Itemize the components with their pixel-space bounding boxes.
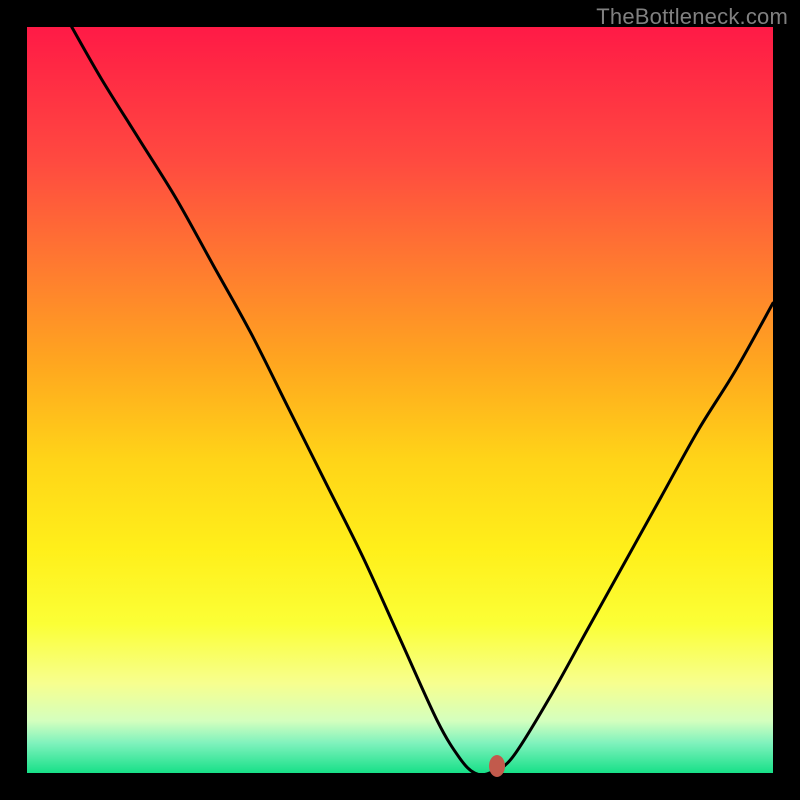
optimal-marker-icon	[489, 755, 505, 777]
bottleneck-curve	[27, 27, 773, 773]
plot-area	[27, 27, 773, 773]
chart-frame: TheBottleneck.com	[0, 0, 800, 800]
